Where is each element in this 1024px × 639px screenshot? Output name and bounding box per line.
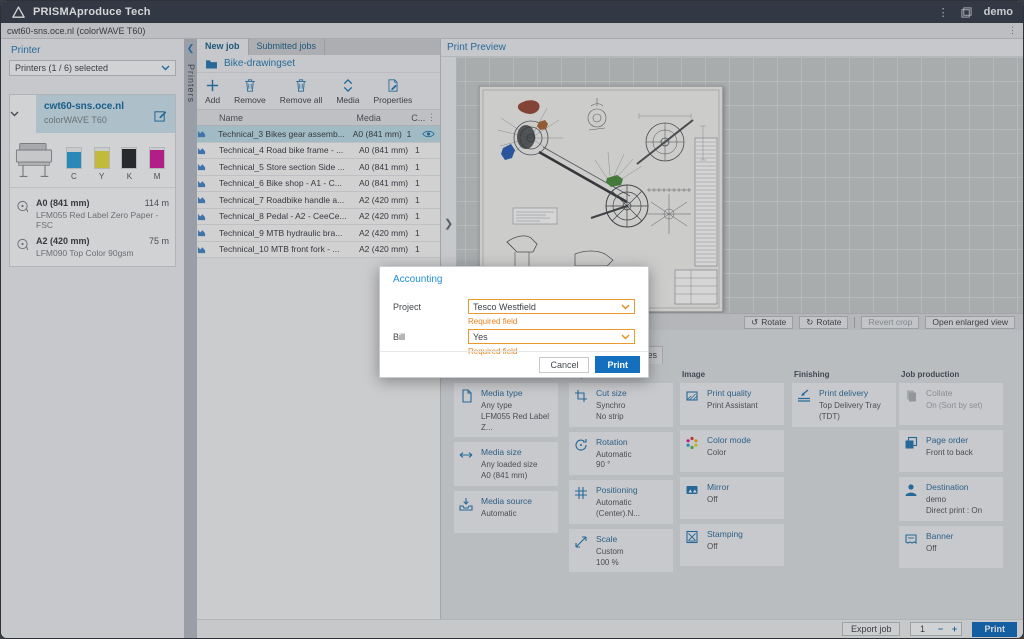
project-value: Tesco Westfield	[473, 302, 536, 312]
cancel-button[interactable]: Cancel	[539, 357, 589, 373]
bill-label: Bill	[393, 329, 468, 344]
accounting-dialog: Accounting Project Tesco Westfield Requi…	[379, 266, 649, 378]
chevron-down-icon	[621, 304, 630, 310]
bill-value: Yes	[473, 332, 488, 342]
project-select[interactable]: Tesco Westfield	[468, 299, 635, 314]
chevron-down-icon	[621, 334, 630, 340]
bill-select[interactable]: Yes	[468, 329, 635, 344]
dialog-title: Accounting	[380, 267, 648, 285]
project-label: Project	[393, 299, 468, 314]
project-required-hint: Required field	[468, 317, 517, 326]
dialog-footer: Cancel Print	[380, 351, 648, 377]
dialog-print-button[interactable]: Print	[595, 356, 640, 373]
app-window: PRISMAproduce Tech ⋮ demo cwt60-sns.oce.…	[0, 0, 1024, 639]
